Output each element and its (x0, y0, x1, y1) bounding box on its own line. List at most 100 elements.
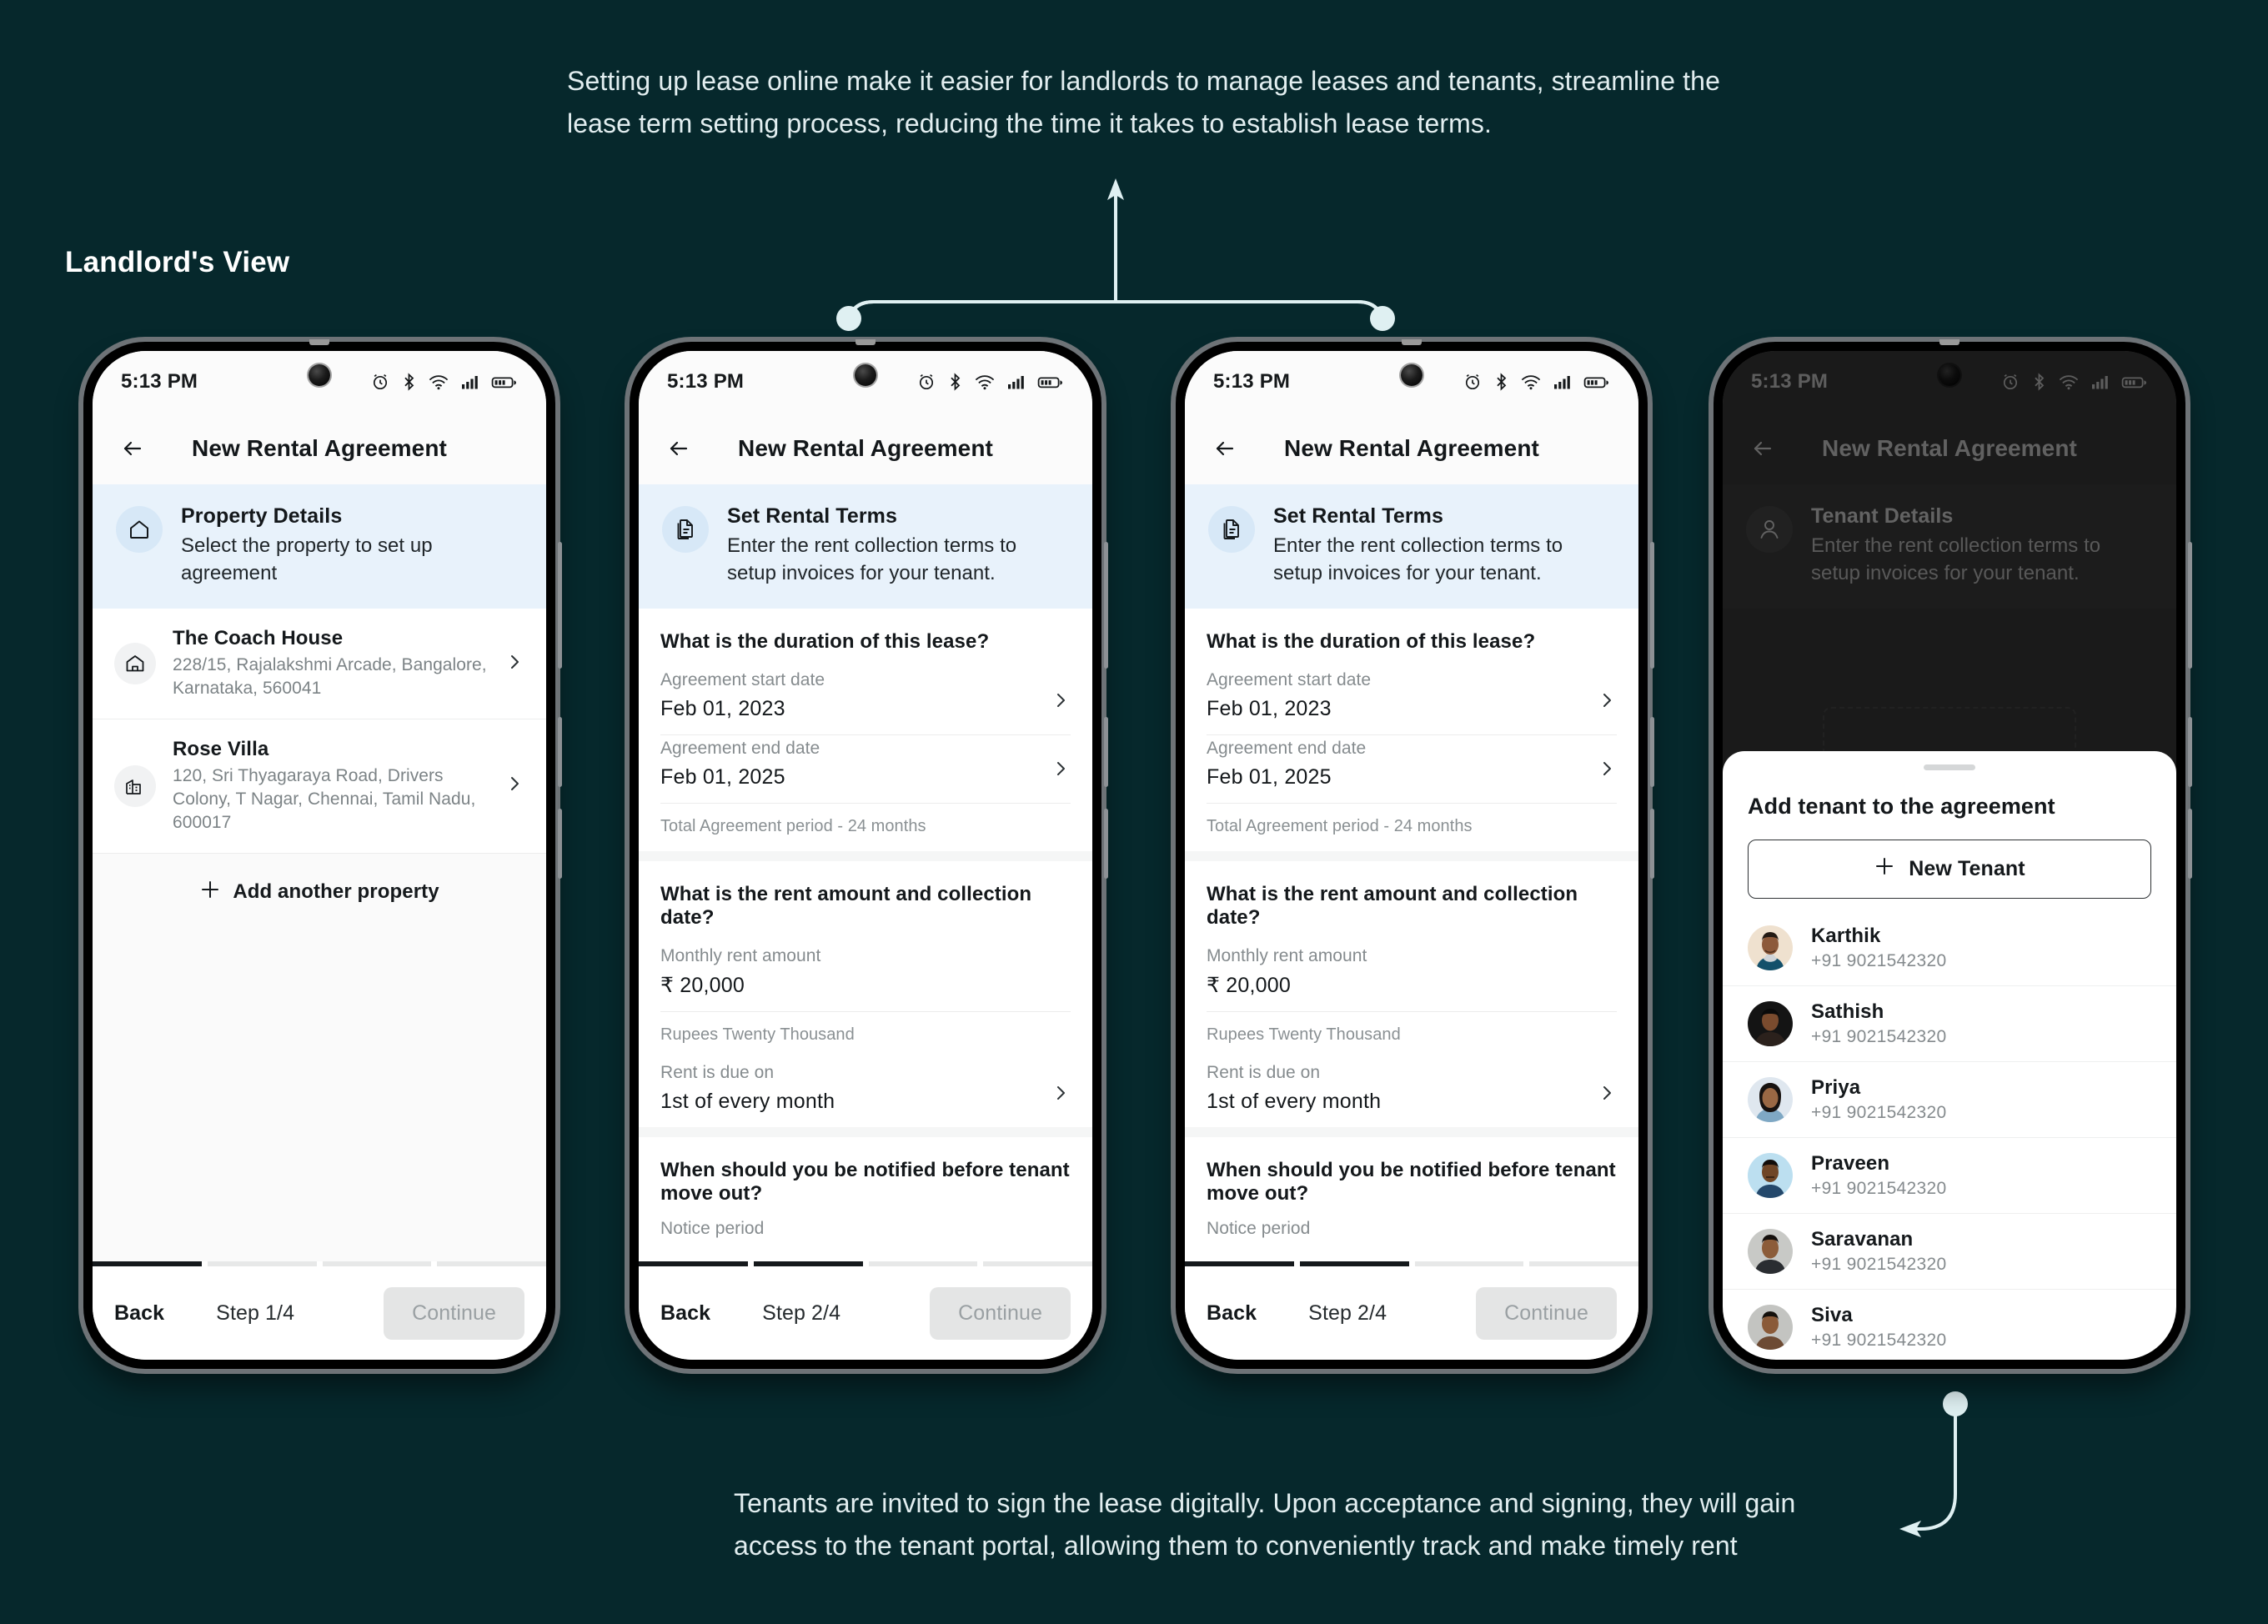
back-button-label[interactable]: Back (114, 1301, 164, 1326)
banner-subtitle: Enter the rent collection terms to setup… (1273, 534, 1563, 584)
back-button[interactable] (1746, 432, 1779, 465)
back-button[interactable] (116, 432, 149, 465)
total-period-note: Total Agreement period - 24 months (1207, 817, 1473, 836)
rent-amount-section: What is the rent amount and collection d… (1185, 861, 1638, 1128)
field-value: Feb 01, 2023 (1207, 697, 1332, 721)
plus-icon (1874, 855, 1895, 883)
new-tenant-label: New Tenant (1909, 856, 2025, 880)
agreement-end-date-field[interactable]: Agreement end date Feb 01, 2025 (1207, 735, 1617, 804)
phone-top-notch (309, 339, 329, 345)
tenant-list-item[interactable]: Siva +91 9021542320 (1723, 1290, 2176, 1360)
total-period-note: Total Agreement period - 24 months (660, 817, 926, 836)
app-bar: New Rental Agreement (639, 413, 1092, 484)
tenant-name: Saravanan (1811, 1227, 1914, 1251)
bluetooth-icon (2035, 373, 2045, 391)
agreement-start-date-field[interactable]: Agreement start date Feb 01, 2023 (1207, 667, 1617, 736)
agreement-end-date-field[interactable]: Agreement end date Feb 01, 2025 (660, 735, 1071, 804)
monthly-rent-field[interactable]: Monthly rent amount ₹ 20,000 (660, 943, 1071, 1013)
notice-period-section: When should you be notified before tenan… (1185, 1137, 1638, 1240)
step-banner-tenant-details: Tenant Details Enter the rent collection… (1723, 484, 2176, 609)
status-bar: 5:13 PM (1723, 351, 2176, 413)
field-label: Monthly rent amount (660, 946, 821, 966)
back-button-label[interactable]: Back (1207, 1301, 1257, 1326)
page-title: New Rental Agreement (738, 435, 993, 461)
rent-due-on-field[interactable]: Rent is due on 1st of every month (660, 1060, 1071, 1127)
tenant-list-item[interactable]: Priya +91 9021542320 (1723, 1062, 2176, 1138)
phone-top-notch (1939, 339, 1959, 345)
field-value: Feb 01, 2023 (660, 697, 785, 721)
progress-segment (983, 1261, 1092, 1266)
document-icon (1208, 506, 1255, 553)
tenant-list-item[interactable]: Saravanan +91 9021542320 (1723, 1214, 2176, 1290)
battery-icon (2121, 377, 2146, 388)
phone-mockup-rental-terms-a: 5:13 PM New Rental Agreement Set Rental … (630, 339, 1108, 1369)
field-label: Rent is due on (1207, 1063, 1321, 1083)
property-list-item[interactable]: Rose Villa 120, Sri Thyagaraya Road, Dri… (93, 719, 546, 854)
power-button[interactable] (1104, 809, 1108, 879)
power-button[interactable] (1650, 809, 1654, 879)
tenant-list-item[interactable]: Karthik +91 9021542320 (1723, 910, 2176, 986)
continue-button[interactable]: Continue (930, 1286, 1071, 1340)
volume-up-button[interactable] (1650, 542, 1654, 669)
agreement-start-date-field[interactable]: Agreement start date Feb 01, 2023 (660, 667, 1071, 736)
back-button[interactable] (662, 432, 695, 465)
section-question: When should you be notified before tenan… (660, 1159, 1070, 1205)
volume-down-button[interactable] (558, 717, 562, 787)
app-bar: New Rental Agreement (1723, 413, 2176, 484)
field-label: Agreement end date (660, 739, 820, 759)
back-button[interactable] (1208, 432, 1242, 465)
field-label: Agreement start date (1207, 670, 1372, 690)
status-bar: 5:13 PM (1185, 351, 1638, 413)
section-divider (639, 1127, 1092, 1138)
alarm-icon (2003, 373, 2018, 390)
property-list-item[interactable]: The Coach House 228/15, Rajalakshmi Arca… (93, 609, 546, 720)
continue-button[interactable]: Continue (1476, 1286, 1617, 1340)
progress-segment (1299, 1261, 1409, 1266)
section-question: What is the rent amount and collection d… (1207, 883, 1578, 930)
volume-down-button[interactable] (1104, 717, 1108, 787)
poster-stage: Setting up lease online make it easier f… (0, 0, 2268, 1624)
back-arrow-icon (1216, 441, 1234, 456)
phone-mockup-rental-terms-b: 5:13 PM New Rental Agreement Set Rental … (1176, 339, 1654, 1369)
battery-icon (1583, 377, 1608, 388)
page-title: New Rental Agreement (192, 435, 447, 461)
chevron-right-icon (504, 652, 524, 676)
field-label: Monthly rent amount (1207, 946, 1367, 966)
page-title: New Rental Agreement (1822, 435, 2077, 461)
volume-down-button[interactable] (2188, 717, 2192, 787)
field-label: Rent is due on (660, 1063, 775, 1083)
camera-punch-hole (309, 364, 330, 386)
tenant-text: Saravanan +91 9021542320 (1811, 1228, 1946, 1275)
power-button[interactable] (558, 809, 562, 879)
rent-due-on-field[interactable]: Rent is due on 1st of every month (1207, 1060, 1617, 1127)
new-tenant-button[interactable]: New Tenant (1748, 839, 2151, 899)
step-indicator: Step 1/4 (216, 1301, 295, 1325)
monthly-rent-field[interactable]: Monthly rent amount ₹ 20,000 (1207, 943, 1617, 1013)
top-caption: Setting up lease online make it easier f… (567, 66, 1720, 138)
section-divider (1185, 1127, 1638, 1138)
chevron-right-icon (1597, 759, 1617, 783)
property-name: The Coach House (173, 627, 344, 650)
phone-top-notch (856, 339, 876, 345)
chevron-right-icon (1051, 759, 1071, 783)
property-text: Rose Villa 120, Sri Thyagaraya Road, Dri… (173, 738, 488, 835)
avatar (1748, 1152, 1793, 1198)
back-button-label[interactable]: Back (660, 1301, 710, 1326)
rent-in-words: Rupees Twenty Thousand (1207, 1025, 1401, 1045)
tenant-list-item[interactable]: Sathish +91 9021542320 (1723, 986, 2176, 1062)
continue-button[interactable]: Continue (384, 1286, 524, 1340)
volume-down-button[interactable] (1650, 717, 1654, 787)
volume-up-button[interactable] (1104, 542, 1108, 669)
sheet-drag-handle[interactable] (1924, 764, 1975, 770)
notice-period-label: Notice period (660, 1219, 765, 1239)
person-icon (1746, 506, 1793, 553)
volume-up-button[interactable] (2188, 542, 2192, 669)
add-another-property-button[interactable]: Add another property (93, 853, 546, 931)
status-icons (1463, 372, 1610, 392)
banner-title: Tenant Details (1811, 504, 1954, 528)
status-icons (916, 372, 1064, 392)
volume-up-button[interactable] (558, 542, 562, 669)
banner-text: Property Details Select the property to … (181, 504, 523, 587)
power-button[interactable] (2188, 809, 2192, 879)
tenant-list-item[interactable]: Praveen +91 9021542320 (1723, 1138, 2176, 1214)
